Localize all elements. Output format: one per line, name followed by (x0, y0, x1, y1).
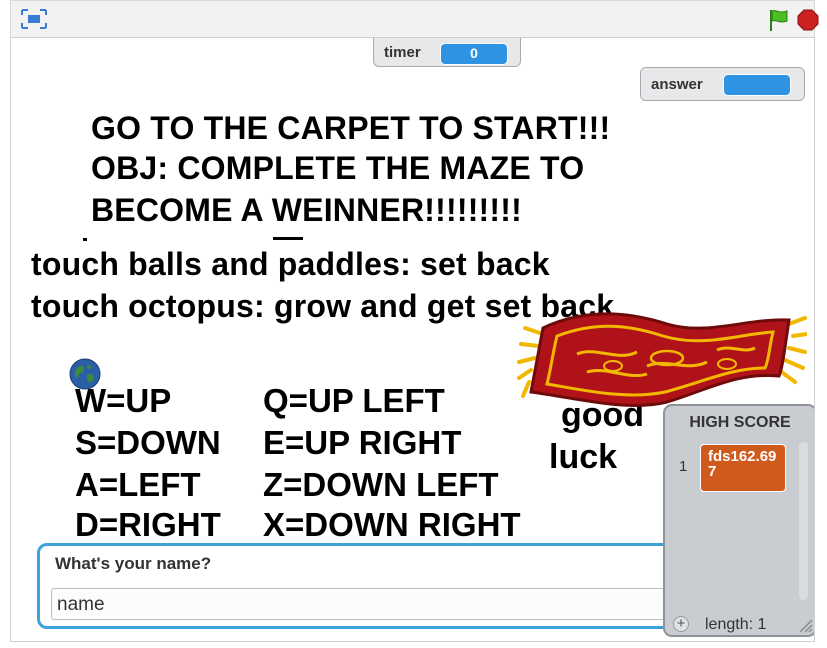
high-score-item[interactable]: fds162.697 (700, 444, 786, 492)
answer-monitor-label: answer (651, 76, 703, 93)
list-scrollbar[interactable] (799, 442, 808, 600)
key-x-text: X=DOWN RIGHT (263, 506, 521, 543)
luck-text: luck (549, 438, 618, 476)
key-s-text: S=DOWN (75, 424, 221, 461)
add-item-icon[interactable]: + (673, 616, 689, 632)
objective-text-line1: OBJ: COMPLETE THE MAZE TO (91, 150, 585, 186)
timer-monitor-value: 0 (440, 43, 508, 65)
green-flag-icon[interactable] (767, 8, 789, 32)
key-z-text: Z=DOWN LEFT (263, 466, 499, 503)
resize-handle-icon[interactable] (797, 617, 813, 633)
stop-sign-icon[interactable] (797, 9, 819, 31)
high-score-list-monitor: HIGH SCORE 1 fds162.697 + length: 1 (663, 404, 814, 637)
ask-prompt: What's your name? name (37, 543, 692, 629)
key-d-text: D=RIGHT (75, 506, 221, 543)
high-score-item-index: 1 (679, 458, 688, 475)
list-length-label: length: 1 (705, 616, 767, 633)
start-instruction-text: GO TO THE CARPET TO START!!! (91, 110, 611, 146)
ask-question: What's your name? (55, 554, 212, 573)
stage[interactable]: timer 0 answer GO TO THE CARPET TO START… (10, 38, 815, 642)
timer-monitor: timer 0 (373, 38, 521, 67)
text-artifact (273, 237, 303, 240)
touch-balls-text: touch balls and paddles: set back (31, 246, 550, 282)
text-artifact (83, 238, 87, 241)
timer-monitor-label: timer (384, 44, 421, 61)
ask-answer-input[interactable]: name (51, 588, 681, 620)
key-q-text: Q=UP LEFT (263, 382, 445, 419)
high-score-title: HIGH SCORE (689, 414, 791, 431)
key-a-text: A=LEFT (75, 466, 201, 503)
player-toolbar (10, 0, 819, 38)
answer-monitor-value (723, 74, 791, 96)
answer-monitor: answer (640, 67, 805, 101)
objective-text-line2: BECOME A WEINNER!!!!!!!!! (91, 192, 522, 228)
carpet-sprite[interactable] (517, 306, 807, 416)
key-e-text: E=UP RIGHT (263, 424, 462, 461)
scratch-player: timer 0 answer GO TO THE CARPET TO START… (0, 0, 827, 648)
fullscreen-toggle-icon[interactable] (21, 9, 47, 29)
key-w-text: W=UP (75, 382, 172, 419)
